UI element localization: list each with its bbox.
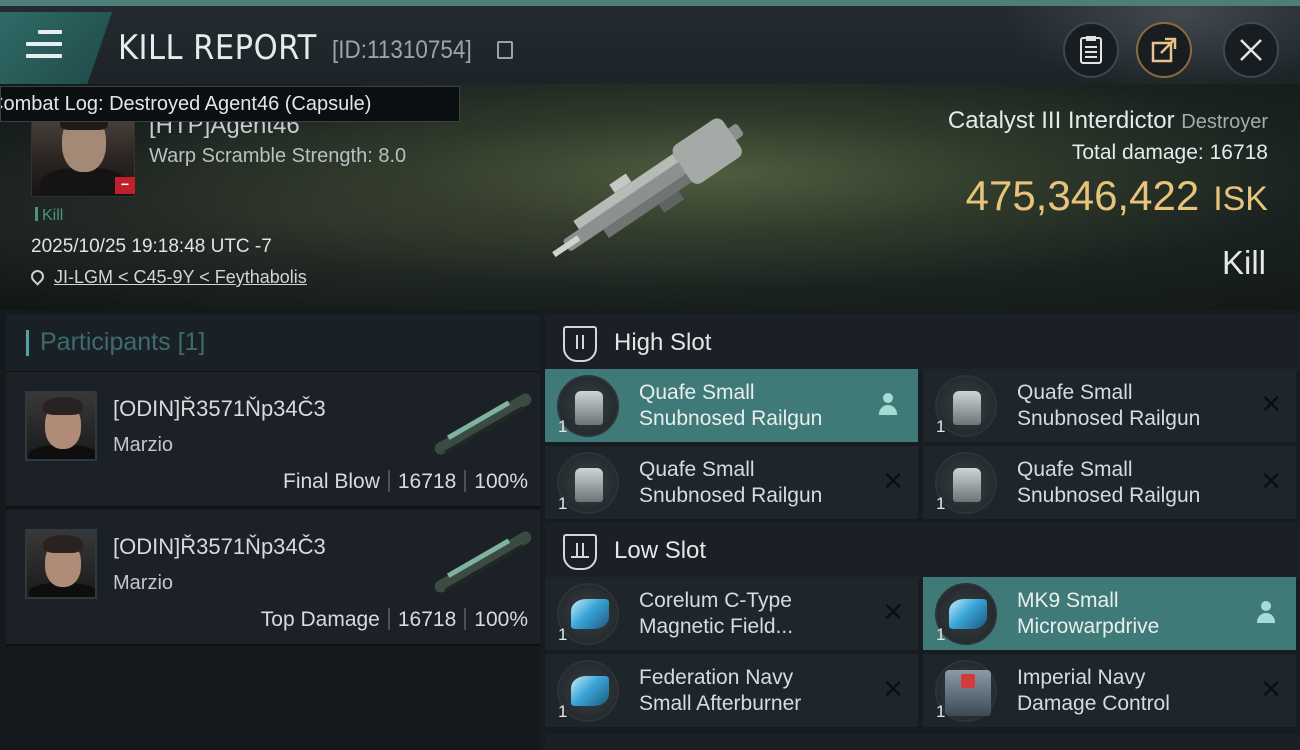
isk-value-line: 475,346,422 ISK (966, 172, 1268, 220)
participant-name: [ODIN]Ř3571Ňp34Č3 (113, 534, 326, 559)
module-qty: 1 (936, 702, 946, 721)
destroyed-x-icon: ✕ (1260, 674, 1282, 704)
participant-percent: 100% (474, 470, 528, 493)
location-text: JI-LGM < C45-9Y < Feythabolis (54, 267, 307, 287)
low-slot-title: Low Slot (614, 537, 707, 564)
module-qty: 1 (936, 494, 946, 513)
participants-header: Participants [1] (6, 314, 540, 372)
ship-name-line: Catalyst III Interdictor Destroyer (948, 107, 1268, 135)
module-qty: 1 (558, 494, 568, 513)
ship-class: Destroyer (1181, 111, 1268, 133)
module-name: Quafe Small Snubnosed Railgun (1017, 458, 1201, 507)
participant-avatar[interactable] (25, 391, 97, 461)
report-id: [ID:11310754] (332, 36, 472, 64)
module-name: Quafe Small Snubnosed Railgun (1017, 381, 1201, 430)
participant-name: [ODIN]Ř3571Ňp34Č3 (113, 396, 326, 421)
total-damage-value: 16718 (1209, 141, 1268, 164)
module-item[interactable]: 1 Quafe Small Snubnosed Railgun ✕ (545, 446, 918, 519)
share-button[interactable] (1136, 22, 1192, 78)
module-qty: 1 (558, 702, 568, 721)
clipboard-icon (1080, 36, 1102, 64)
participant-ship-image (434, 531, 532, 593)
high-slot-title: High Slot (614, 329, 712, 356)
destroyed-x-icon: ✕ (1260, 466, 1282, 496)
next-slot-header (545, 734, 1300, 750)
module-name: Quafe Small Snubnosed Railgun (639, 458, 823, 507)
module-name: MK9 Small Microwarpdrive (1017, 589, 1160, 638)
low-slot-header: Low Slot (545, 522, 1300, 580)
destroyed-x-icon: ✕ (882, 674, 904, 704)
module-qty: 1 (558, 417, 568, 436)
share-icon (1151, 37, 1177, 63)
ship-name: Catalyst III Interdictor (947, 107, 1175, 134)
close-icon (1240, 39, 1262, 61)
menu-icon (26, 30, 62, 60)
participants-count: [1] (177, 328, 206, 356)
high-slot-header: High Slot (545, 314, 1300, 372)
participant-damage: 16718 (397, 608, 457, 631)
destroyed-x-icon: ✕ (882, 597, 904, 627)
participant-stats: Final Blow 16718 100% (283, 470, 528, 494)
fitted-by-person-icon (1256, 601, 1276, 625)
participant-role: Top Damage (260, 608, 380, 631)
destroyed-x-icon: ✕ (882, 466, 904, 496)
participants-panel: Participants [1] [ODIN]Ř3571Ňp34Č3 Marzi… (0, 310, 541, 750)
module-name: Corelum C-Type Magnetic Field... (639, 589, 794, 638)
participant-avatar[interactable] (25, 529, 97, 599)
participant-row[interactable]: [ODIN]Ř3571Ňp34Č3 Marzio Final Blow 16718… (6, 372, 540, 508)
warp-scramble-strength: Warp Scramble Strength: 8.0 (149, 145, 407, 167)
participant-role: Final Blow (283, 470, 380, 493)
module-name: Federation Navy Small Afterburner (639, 666, 802, 715)
isk-unit: ISK (1213, 180, 1268, 218)
fitting-panel: High Slot 1 Quafe Small Snubnosed Railgun… (541, 310, 1300, 750)
module-item[interactable]: 1 Corelum C-Type Magnetic Field... ✕ (545, 577, 918, 650)
module-item[interactable]: 1 MK9 Small Microwarpdrive (923, 577, 1296, 650)
minus-badge-icon: − (115, 177, 135, 194)
participant-stats: Top Damage 16718 100% (261, 608, 528, 632)
module-qty: 1 (936, 625, 946, 644)
total-damage-label: Total damage: (1071, 141, 1204, 164)
high-slot-icon (563, 326, 597, 362)
participant-damage: 16718 (397, 470, 457, 493)
module-item[interactable]: 1 Quafe Small Snubnosed Railgun (545, 369, 918, 442)
kill-datetime: 2025/10/25 19:18:48 UTC -7 (31, 236, 272, 257)
kill-report-window: { "header": { "title": "KILL REPORT", "r… (0, 0, 1300, 750)
destroyed-x-icon: ✕ (1260, 389, 1282, 419)
module-item[interactable]: 1 Quafe Small Snubnosed Railgun ✕ (923, 369, 1296, 442)
participants-title: Participants (40, 328, 171, 356)
participant-corp: Marzio (113, 572, 174, 594)
participant-row[interactable]: [ODIN]Ř3571Ňp34Č3 Marzio Top Damage 16718… (6, 510, 540, 646)
location-pin-icon (28, 267, 47, 286)
participant-ship-image (434, 393, 532, 455)
total-damage: Total damage: 16718 (1072, 141, 1268, 165)
kill-tag: Kill (35, 207, 63, 225)
clipboard-button[interactable] (1063, 22, 1119, 78)
combat-log-tooltip: Combat Log: Destroyed Agent46 (Capsule) (0, 86, 460, 122)
header-bar: KILL REPORT [ID:11310754] (0, 0, 1300, 90)
module-qty: 1 (936, 417, 946, 436)
module-item[interactable]: 1 Quafe Small Snubnosed Railgun ✕ (923, 446, 1296, 519)
module-name: Quafe Small Snubnosed Railgun (639, 381, 823, 430)
kill-result: Kill (1221, 244, 1266, 281)
participant-corp: Marzio (113, 434, 174, 456)
page-title: KILL REPORT (118, 28, 317, 68)
participant-percent: 100% (474, 608, 528, 631)
module-item[interactable]: 1 Federation Navy Small Afterburner ✕ (545, 654, 918, 727)
menu-button[interactable] (0, 12, 112, 84)
copy-icon[interactable] (497, 41, 513, 59)
module-qty: 1 (558, 625, 568, 644)
isk-value: 475,346,422 (965, 172, 1200, 219)
victim-ship-image (552, 118, 744, 258)
kill-location-link[interactable]: JI-LGM < C45-9Y < Feythabolis (28, 267, 307, 288)
module-name: Imperial Navy Damage Control (1017, 666, 1170, 715)
close-button[interactable] (1223, 22, 1279, 78)
module-item[interactable]: 1 Imperial Navy Damage Control ✕ (923, 654, 1296, 727)
low-slot-icon (563, 534, 597, 570)
fitted-by-person-icon (878, 393, 898, 417)
